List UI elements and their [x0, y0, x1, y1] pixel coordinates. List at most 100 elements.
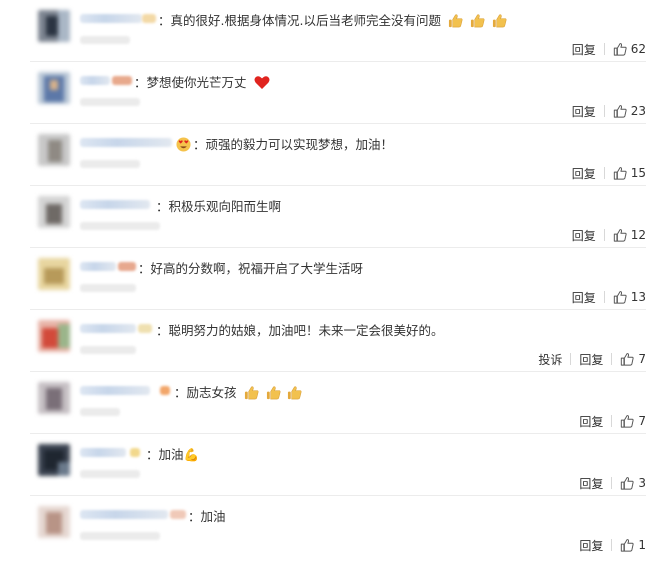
divider [603, 43, 605, 55]
thumbs-up-outline-icon [613, 105, 627, 118]
username[interactable] [80, 386, 150, 395]
reply-button[interactable]: 回复 [579, 475, 603, 492]
comment-text: ：好高的分数啊，祝福开启了大学生活呀 [138, 261, 364, 276]
username[interactable] [80, 448, 126, 457]
user-badge [130, 448, 140, 457]
reply-button[interactable]: 回复 [572, 227, 596, 244]
comment-row: ：聪明努力的姑娘，加油吧！未来一定会很美好的。 投诉 回复 7 [0, 310, 660, 372]
like-button[interactable]: 15 [613, 166, 646, 180]
username[interactable] [80, 76, 110, 85]
report-button[interactable]: 投诉 [538, 351, 562, 368]
user-subtitle [80, 36, 130, 44]
divider [570, 353, 572, 365]
user-subtitle [80, 284, 136, 292]
comment-text: ：加油 [188, 509, 226, 524]
avatar[interactable] [38, 258, 70, 290]
divider [603, 167, 605, 179]
user-badge [138, 324, 152, 333]
avatar[interactable] [38, 72, 70, 104]
user-subtitle [80, 160, 140, 168]
thumbs-up-emoji-icon [244, 386, 258, 400]
thumbs-up-emoji-icon [266, 386, 280, 400]
like-count: 62 [630, 42, 646, 56]
comment-row: ：顽强的毅力可以实现梦想，加油！ 回复 15 [0, 124, 660, 186]
avatar[interactable] [38, 10, 70, 42]
like-button[interactable]: 7 [620, 352, 646, 366]
thumbs-up-outline-icon [621, 415, 634, 428]
like-count: 12 [630, 228, 646, 242]
user-subtitle [80, 470, 140, 478]
comment-actions: 回复 7 [579, 413, 646, 429]
like-count: 7 [638, 352, 646, 366]
comment-row: ：加油💪 回复 3 [0, 434, 660, 496]
like-button[interactable]: 62 [613, 42, 646, 56]
divider [603, 105, 605, 117]
comment-actions: 回复 3 [579, 475, 646, 491]
user-subtitle [80, 98, 140, 106]
reply-button[interactable]: 回复 [572, 289, 596, 306]
comment-list: ：真的很好.根据身体情况.以后当老师完全没有问题 回复 62 ：梦想使你光芒万丈 [0, 0, 660, 564]
comment-actions: 回复 13 [572, 289, 646, 305]
reply-button[interactable]: 回复 [572, 103, 596, 120]
reply-button[interactable]: 回复 [572, 41, 596, 58]
thumbs-up-outline-icon [613, 167, 627, 180]
avatar[interactable] [38, 320, 70, 352]
user-badge [118, 262, 136, 271]
divider [603, 291, 605, 303]
username[interactable] [80, 262, 116, 271]
avatar[interactable] [38, 196, 70, 228]
user-subtitle [80, 408, 120, 416]
avatar[interactable] [38, 134, 70, 166]
username[interactable] [80, 200, 150, 209]
like-button[interactable]: 23 [613, 104, 646, 118]
like-count: 13 [630, 290, 646, 304]
divider [611, 353, 613, 365]
like-button[interactable]: 13 [613, 290, 646, 304]
username[interactable] [80, 138, 172, 147]
comment-row: ：好高的分数啊，祝福开启了大学生活呀 回复 13 [0, 248, 660, 310]
thumbs-up-outline-icon [613, 43, 627, 56]
comment-actions: 回复 1 [579, 537, 646, 553]
reply-button[interactable]: 回复 [579, 537, 603, 554]
thumbs-up-emoji-icon [492, 14, 507, 28]
avatar[interactable] [38, 444, 70, 476]
heart-eyes-emoji [176, 137, 191, 152]
comment-actions: 回复 12 [572, 227, 646, 243]
comment-row: ：真的很好.根据身体情况.以后当老师完全没有问题 回复 62 [0, 0, 660, 62]
comment-actions: 回复 23 [572, 103, 646, 119]
comment-text: ：积极乐观向阳而生啊 [156, 199, 282, 214]
comment-text: ：梦想使你光芒万丈 [134, 75, 270, 91]
comment-row: ：励志女孩 回复 7 [0, 372, 660, 434]
reply-button[interactable]: 回复 [572, 165, 596, 182]
like-button[interactable]: 1 [620, 538, 646, 552]
divider [603, 229, 605, 241]
avatar[interactable] [38, 382, 70, 414]
like-button[interactable]: 12 [613, 228, 646, 242]
comment-text: ：聪明努力的姑娘，加油吧！未来一定会很美好的。 [156, 323, 444, 338]
thumbs-up-outline-icon [613, 229, 627, 242]
reply-button[interactable]: 回复 [579, 413, 603, 430]
comment-row: ：梦想使你光芒万丈 回复 23 [0, 62, 660, 124]
reply-button[interactable]: 回复 [579, 351, 603, 368]
thumbs-up-outline-icon [613, 291, 627, 304]
like-count: 15 [630, 166, 646, 180]
like-button[interactable]: 3 [620, 476, 646, 490]
avatar[interactable] [38, 506, 70, 538]
comment-text: ：真的很好.根据身体情况.以后当老师完全没有问题 [158, 13, 507, 29]
thumbs-up-outline-icon [621, 477, 634, 490]
like-count: 3 [638, 476, 646, 490]
username[interactable] [80, 14, 142, 23]
like-count: 23 [630, 104, 646, 118]
divider [611, 477, 613, 489]
username[interactable] [80, 510, 168, 519]
user-subtitle [80, 346, 136, 354]
user-subtitle [80, 532, 160, 540]
user-badge [112, 76, 132, 85]
user-subtitle [80, 222, 160, 230]
comment-actions: 回复 15 [572, 165, 646, 181]
like-count: 7 [638, 414, 646, 428]
like-button[interactable]: 7 [620, 414, 646, 428]
comment-text: ：加油💪 [146, 447, 200, 462]
username[interactable] [80, 324, 136, 333]
thumbs-up-emoji-icon [448, 14, 463, 28]
